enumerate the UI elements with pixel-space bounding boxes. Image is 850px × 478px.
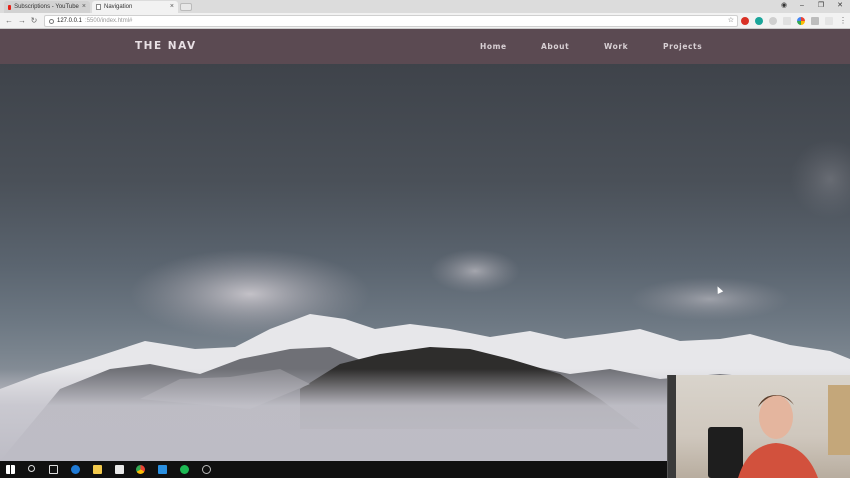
tab-navigation[interactable]: Navigation × xyxy=(92,1,178,13)
mail-icon[interactable] xyxy=(115,465,124,474)
document-icon xyxy=(96,4,101,10)
youtube-icon xyxy=(8,4,12,10)
back-arrow-icon[interactable]: ← xyxy=(4,15,14,27)
forward-arrow-icon[interactable]: → xyxy=(17,15,27,27)
extension-icon[interactable] xyxy=(783,17,791,25)
profile-icon[interactable]: ◉ xyxy=(776,0,792,13)
nav-link-about[interactable]: About xyxy=(541,42,569,51)
nav-link-projects[interactable]: Projects xyxy=(663,42,702,51)
minimize-button[interactable]: – xyxy=(794,0,810,13)
new-tab-button[interactable] xyxy=(180,3,192,11)
adblock-extension-icon[interactable] xyxy=(741,17,749,25)
info-icon[interactable] xyxy=(49,18,54,24)
spotify-icon[interactable] xyxy=(180,465,189,474)
extension-icon[interactable] xyxy=(825,17,833,25)
site-navbar: THE NAV Home About Work Projects xyxy=(0,29,850,64)
presenter-video xyxy=(668,375,850,478)
tab-title: Subscriptions - YouTube xyxy=(14,4,79,10)
browser-toolbar: ← → ↻ 127.0.0.1:5500/index.html# ☆ xyxy=(0,13,850,29)
webcam-overlay xyxy=(667,375,850,478)
settings-icon[interactable] xyxy=(202,465,211,474)
file-explorer-icon[interactable] xyxy=(93,465,102,474)
edge-icon[interactable] xyxy=(71,465,80,474)
bookmark-star-icon[interactable]: ☆ xyxy=(728,16,734,26)
nav-link-work[interactable]: Work xyxy=(604,42,628,51)
color-picker-extension-icon[interactable] xyxy=(797,17,805,25)
tab-youtube[interactable]: Subscriptions - YouTube × xyxy=(4,1,90,13)
windows-start-icon[interactable] xyxy=(6,465,15,474)
browser-tab-strip: Subscriptions - YouTube × Navigation × ◉… xyxy=(0,0,850,13)
site-brand-logo[interactable]: THE NAV xyxy=(135,40,197,52)
extension-icon[interactable] xyxy=(755,17,763,25)
close-window-button[interactable]: ✕ xyxy=(832,0,848,13)
reload-icon[interactable]: ↻ xyxy=(29,15,39,27)
task-view-icon[interactable] xyxy=(49,465,58,474)
url-path: :5500/index.html# xyxy=(85,18,133,24)
address-bar[interactable]: 127.0.0.1:5500/index.html# ☆ xyxy=(44,15,738,27)
maximize-button[interactable]: ❐ xyxy=(813,0,829,13)
search-icon[interactable] xyxy=(28,465,35,472)
nav-link-home[interactable]: Home xyxy=(480,42,507,51)
tab-close-icon[interactable]: × xyxy=(170,1,174,13)
chrome-icon[interactable] xyxy=(136,465,145,474)
tab-close-icon[interactable]: × xyxy=(82,1,86,13)
extension-icon[interactable] xyxy=(769,17,777,25)
screen: Subscriptions - YouTube × Navigation × ◉… xyxy=(0,0,850,478)
camera-extension-icon[interactable] xyxy=(811,17,819,25)
url-host: 127.0.0.1 xyxy=(57,18,83,24)
menu-dots-icon[interactable]: ⋮ xyxy=(838,15,848,27)
vscode-icon[interactable] xyxy=(158,465,167,474)
tab-title: Navigation xyxy=(104,4,133,10)
